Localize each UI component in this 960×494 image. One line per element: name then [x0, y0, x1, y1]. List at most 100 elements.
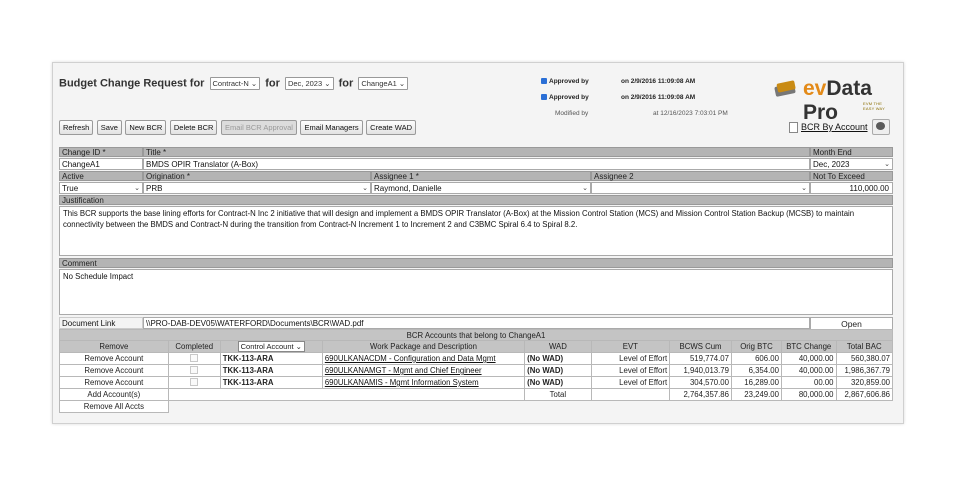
total-bac: 2,867,606.86	[835, 388, 893, 401]
new-bcr-button[interactable]: New BCR	[125, 120, 167, 135]
col-evt: EVT	[590, 340, 671, 353]
btc-change-cell: 00.00	[780, 376, 837, 389]
col-control-account[interactable]: Control Account ⌄	[219, 340, 323, 353]
evt-cell: Level of Effort	[590, 376, 671, 389]
chevron-down-icon: ⌄	[362, 185, 368, 192]
col-remove: Remove	[59, 340, 169, 353]
bcws-cell: 1,940,013.79	[669, 364, 732, 377]
col-btc-change: BTC Change	[780, 340, 837, 353]
assignee2-label: Assignee 2	[591, 171, 810, 181]
col-orig-btc: Orig BTC	[730, 340, 782, 353]
refresh-button[interactable]: Refresh	[59, 120, 94, 135]
control-account-cell: TKK-113-ARA	[219, 364, 323, 377]
contract-select[interactable]: Contract-N ⌄	[209, 77, 261, 90]
change-id-input[interactable]: ChangeA1	[59, 158, 143, 170]
completed-checkbox[interactable]	[190, 353, 199, 362]
totals-row: Add Account(s) Total 2,764,357.86 23,249…	[59, 388, 893, 401]
doclink-label: Document Link	[59, 317, 143, 329]
comment-textarea[interactable]: No Schedule Impact	[59, 269, 893, 315]
origination-select[interactable]: PRB ⌄	[143, 182, 371, 194]
justification-textarea[interactable]: This BCR supports the base lining effort…	[59, 206, 893, 256]
completed-checkbox[interactable]	[190, 365, 199, 374]
change-id-label: Change ID *	[59, 147, 143, 157]
add-accounts-button[interactable]: Add Account(s)	[59, 388, 169, 401]
wad-cell: (No WAD)	[524, 364, 592, 377]
doclink-input[interactable]: \\PRO-DAB-DEV05\WATERFORD\Documents\BCR\…	[143, 317, 810, 329]
total-label: Total	[524, 388, 592, 401]
total-bac-cell: 320,859.00	[835, 376, 893, 389]
period-select[interactable]: Dec, 2023 ⌄	[284, 77, 334, 90]
table-row: Remove Account TKK-113-ARA 690ULKANAMGT …	[59, 364, 893, 377]
save-button[interactable]: Save	[96, 120, 122, 135]
remove-account-button[interactable]: Remove Account	[59, 364, 169, 377]
approval-1: Approved by	[541, 78, 589, 85]
assignee2-select[interactable]: ⌄	[591, 182, 810, 194]
origination-label: Origination *	[143, 171, 371, 181]
nte-input[interactable]: 110,000.00	[810, 182, 893, 194]
col-bcws: BCWS Cum	[669, 340, 732, 353]
btc-change-cell: 40,000.00	[780, 352, 837, 365]
work-package-link[interactable]: 690ULKANAMGT - Mgmt and Chief Engineer	[321, 364, 526, 377]
comment-label: Comment	[59, 258, 893, 268]
control-account-cell: TKK-113-ARA	[219, 376, 323, 389]
approval-1-checkbox[interactable]	[541, 78, 547, 85]
col-wad: WAD	[524, 340, 592, 353]
col-total-bac: Total BAC	[835, 340, 893, 353]
work-package-link[interactable]: 690ULKANACDM - Configuration and Data Mg…	[321, 352, 526, 365]
approval-1-date: on 2/9/2016 11:09:08 AM	[621, 78, 696, 85]
bcr-panel: Budget Change Request for Contract-N ⌄ f…	[52, 62, 904, 424]
delete-bcr-button[interactable]: Delete BCR	[169, 120, 218, 135]
evt-cell: Level of Effort	[590, 364, 671, 377]
evdatapro-logo: evData Pro EVM THE EASY WAY	[773, 77, 891, 124]
table-row: Remove Account TKK-113-ARA 690ULKANACDM …	[59, 352, 893, 365]
btc-change-cell: 40,000.00	[780, 364, 837, 377]
total-btc-change: 80,000.00	[780, 388, 837, 401]
nte-label: Not To Exceed	[810, 171, 893, 181]
toolbar: Refresh Save New BCR Delete BCR Email BC…	[59, 120, 417, 135]
accounts-caption: BCR Accounts that belong to ChangeA1	[59, 329, 893, 341]
remove-account-button[interactable]: Remove Account	[59, 352, 169, 365]
chevron-down-icon: ⌄	[801, 185, 807, 192]
chat-icon[interactable]	[872, 119, 890, 135]
total-bcws: 2,764,357.86	[669, 388, 732, 401]
wad-cell: (No WAD)	[524, 376, 592, 389]
title-label: Title *	[143, 147, 810, 157]
work-package-link[interactable]: 690ULKANAMIS - Mgmt Information System	[321, 376, 526, 389]
total-orig-btc: 23,249.00	[730, 388, 782, 401]
remove-all-accounts-button[interactable]: Remove All Accts	[59, 400, 169, 413]
col-completed: Completed	[167, 340, 221, 353]
assignee1-select[interactable]: Raymond, Danielle ⌄	[371, 182, 591, 194]
approval-2-checkbox[interactable]	[541, 94, 547, 101]
bcr-by-account-link[interactable]: BCR By Account	[789, 122, 868, 134]
remove-account-button[interactable]: Remove Account	[59, 376, 169, 389]
page-title: Budget Change Request for Contract-N ⌄ f…	[59, 77, 410, 90]
completed-cell	[167, 352, 221, 365]
completed-checkbox[interactable]	[190, 377, 199, 386]
logo-tagline: EVM THE EASY WAY	[863, 101, 885, 111]
active-label: Active	[59, 171, 143, 181]
title-input[interactable]: BMDS OPIR Translator (A-Box)	[143, 158, 810, 170]
orig-btc-cell: 16,289.00	[730, 376, 782, 389]
email-managers-button[interactable]: Email Managers	[300, 120, 363, 135]
chevron-down-icon: ⌄	[582, 185, 588, 192]
table-row: Remove Account TKK-113-ARA 690ULKANAMIS …	[59, 376, 893, 389]
create-wad-button[interactable]: Create WAD	[366, 120, 416, 135]
wad-cell: (No WAD)	[524, 352, 592, 365]
modified-label: Modified by	[555, 110, 589, 117]
total-bac-cell: 560,380.07	[835, 352, 893, 365]
completed-cell	[167, 364, 221, 377]
approval-2: Approved by	[541, 94, 589, 101]
orig-btc-cell: 606.00	[730, 352, 782, 365]
bcws-cell: 519,774.07	[669, 352, 732, 365]
email-bcr-approval-button[interactable]: Email BCR Approval	[220, 120, 297, 135]
logo-mark-icon	[774, 80, 796, 97]
control-account-cell: TKK-113-ARA	[219, 352, 323, 365]
orig-btc-cell: 6,354.00	[730, 364, 782, 377]
change-select[interactable]: ChangeA1 ⌄	[358, 77, 409, 90]
title-prefix: Budget Change Request for	[59, 77, 205, 90]
chevron-down-icon: ⌄	[884, 161, 890, 168]
assignee1-label: Assignee 1 *	[371, 171, 591, 181]
approval-2-date: on 2/9/2016 11:09:08 AM	[621, 94, 696, 101]
active-select[interactable]: True ⌄	[59, 182, 143, 194]
month-end-select[interactable]: Dec, 2023 ⌄	[810, 158, 893, 170]
